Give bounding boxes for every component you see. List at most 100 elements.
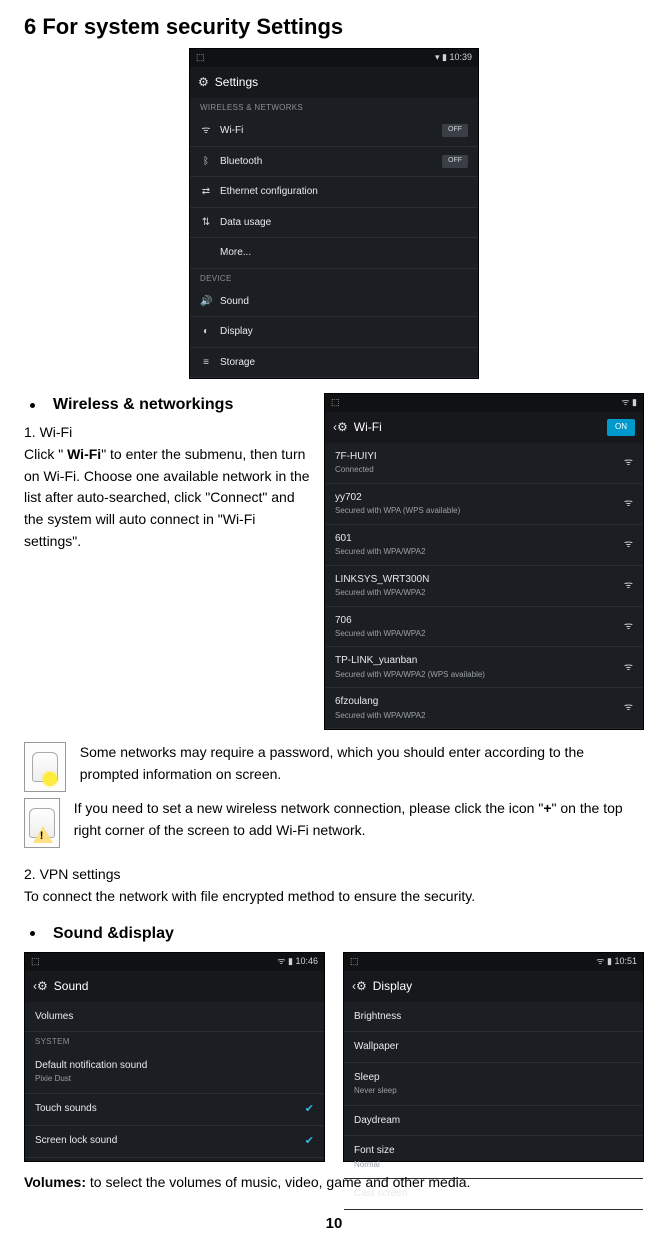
- note-bulb-text: Some networks may require a password, wh…: [80, 742, 644, 785]
- display-label: Daydream: [354, 1113, 400, 1129]
- battery-icon-3: ▮: [288, 956, 293, 966]
- wifi-sub: Secured with WPA/WPA2: [335, 587, 429, 599]
- label-default-notif: Default notification sound: [35, 1058, 147, 1074]
- label-data: Data usage: [220, 215, 271, 231]
- clock-sound: 10:46: [295, 956, 318, 966]
- label-touch-sounds: Touch sounds: [35, 1101, 97, 1117]
- wifi-signal-icon: ᯤ: [624, 660, 633, 676]
- wifi-signal-icon: ᯤ: [624, 578, 633, 594]
- back-icon-sound[interactable]: ‹⚙: [33, 977, 48, 996]
- sound-screenshot: ⬚ ᯤ ▮ 10:46 ‹⚙ Sound Volumes SYSTEM Defa…: [24, 952, 325, 1162]
- clock: 10:39: [449, 52, 472, 62]
- page-number: 10: [24, 1212, 644, 1235]
- display-row[interactable]: Daydream: [344, 1106, 643, 1137]
- label-wifi: Wi-Fi: [220, 123, 243, 139]
- wifi-on-toggle[interactable]: ON: [607, 419, 635, 435]
- section-system: SYSTEM: [25, 1032, 324, 1050]
- back-icon-display[interactable]: ‹⚙: [352, 977, 367, 996]
- display-row[interactable]: SleepNever sleep: [344, 1063, 643, 1106]
- warning-icon: [24, 798, 60, 848]
- status-left-display: ⬚: [350, 955, 359, 969]
- wireless-heading-text: Wireless & networkings: [53, 393, 233, 418]
- section-device: DEVICE: [190, 269, 478, 287]
- vpn-text: To connect the network with file encrypt…: [24, 886, 644, 908]
- wifi-signal-icon: ᯤ: [624, 537, 633, 553]
- wifi-header: Wi-Fi: [354, 418, 382, 437]
- data-icon: ⇅: [200, 215, 212, 231]
- warn-pre: If you need to set a new wireless networ…: [74, 800, 544, 816]
- display-label: Font size: [354, 1143, 395, 1159]
- wifi-sub: Connected: [335, 464, 377, 476]
- wifi-para-pre: Click ": [24, 446, 67, 462]
- page-title: 6 For system security Settings: [24, 10, 644, 44]
- row-ethernet[interactable]: ⇄Ethernet configuration: [190, 177, 478, 208]
- row-bluetooth[interactable]: ᛒBluetooth OFF: [190, 147, 478, 178]
- row-display[interactable]: ◐Display: [190, 317, 478, 348]
- wifi-sub: Secured with WPA/WPA2: [335, 546, 425, 558]
- label-screen-lock: Screen lock sound: [35, 1133, 117, 1149]
- wifi-network-row[interactable]: 6fzoulangSecured with WPA/WPA2ᯤ: [325, 688, 643, 729]
- wifi-network-row[interactable]: yy702Secured with WPA (WPS available)ᯤ: [325, 484, 643, 525]
- row-default-notif[interactable]: Default notification sound Pixie Dust: [25, 1051, 324, 1094]
- settings-header: Settings: [215, 73, 258, 92]
- back-icon[interactable]: ‹⚙: [333, 418, 348, 437]
- display-row[interactable]: Wallpaper: [344, 1032, 643, 1063]
- gear-icon: ⚙: [198, 73, 209, 92]
- wifi-network-row[interactable]: 7F-HUIYIConnectedᯤ: [325, 443, 643, 484]
- display-sub: Never sleep: [354, 1085, 397, 1097]
- label-sound: Sound: [220, 294, 249, 310]
- volumes-text: to select the volumes of music, video, g…: [86, 1174, 470, 1190]
- wifi-signal-icon: ᯤ: [624, 619, 633, 635]
- clock-display: 10:51: [614, 956, 637, 966]
- row-wifi[interactable]: ᯤ Wi-Fi OFF: [190, 116, 478, 147]
- row-screen-lock-sound[interactable]: Screen lock sound: [25, 1126, 324, 1158]
- sound-heading-text: Sound &display: [53, 922, 174, 947]
- label-more: More...: [220, 245, 251, 261]
- wifi-name: 706: [335, 613, 425, 629]
- battery-icon-4: ▮: [607, 956, 612, 966]
- status-left: ⬚: [196, 51, 205, 65]
- wifi-para-bold: Wi-Fi: [67, 446, 101, 462]
- display-row[interactable]: Brightness: [344, 1002, 643, 1033]
- row-data-usage[interactable]: ⇅ Data usage: [190, 208, 478, 239]
- wifi-signal-icon: ᯤ: [624, 700, 633, 716]
- wifi-sub: Secured with WPA/WPA2: [335, 628, 425, 640]
- wifi-name: 6fzoulang: [335, 694, 425, 710]
- note-warning: If you need to set a new wireless networ…: [24, 798, 644, 848]
- wifi-sub: Secured with WPA (WPS available): [335, 505, 460, 517]
- wifi-status-icon-3: ᯤ: [277, 956, 285, 966]
- wifi-name: 7F-HUIYI: [335, 449, 377, 465]
- wifi-network-row[interactable]: TP-LINK_yuanbanSecured with WPA/WPA2 (WP…: [325, 647, 643, 688]
- label-display: Display: [220, 324, 253, 340]
- bullet-icon-2: [30, 931, 35, 936]
- sub-default-notif: Pixie Dust: [35, 1073, 147, 1085]
- sound-icon: 🔊: [200, 294, 212, 310]
- display-sub: Normal: [354, 1159, 395, 1171]
- label-bluetooth: Bluetooth: [220, 154, 262, 170]
- heading-wireless: Wireless & networkings: [24, 393, 312, 418]
- wifi-network-row[interactable]: LINKSYS_WRT300NSecured with WPA/WPA2ᯤ: [325, 566, 643, 607]
- wifi-status-icon: ▾: [435, 52, 440, 62]
- storage-icon: ≡: [200, 355, 212, 371]
- wifi-icon: ᯤ: [200, 123, 212, 139]
- wifi-toggle[interactable]: OFF: [442, 124, 468, 137]
- heading-sound-display: Sound &display: [24, 922, 644, 947]
- sound-header: Sound: [54, 977, 89, 996]
- wifi-sub: Secured with WPA/WPA2 (WPS available): [335, 669, 485, 681]
- wifi-network-row[interactable]: 706Secured with WPA/WPA2 ᯤ: [325, 607, 643, 648]
- row-sound[interactable]: 🔊 Sound: [190, 287, 478, 318]
- note-warning-text: If you need to set a new wireless networ…: [74, 798, 644, 841]
- battery-icon-2: ▮: [632, 397, 637, 407]
- row-touch-sounds[interactable]: Touch sounds: [25, 1094, 324, 1126]
- wifi-screenshot: ⬚ ᯤ ▮ ‹⚙ Wi-Fi ON 7F-HUIYIConnectedᯤyy70…: [324, 393, 644, 730]
- wifi-name: 601: [335, 531, 425, 547]
- row-storage[interactable]: ≡Storage: [190, 348, 478, 379]
- bluetooth-toggle[interactable]: OFF: [442, 155, 468, 168]
- row-volumes[interactable]: Volumes: [25, 1002, 324, 1033]
- bulb-icon: [24, 742, 66, 792]
- note-bulb: Some networks may require a password, wh…: [24, 742, 644, 792]
- wifi-network-row[interactable]: 601Secured with WPA/WPA2 ᯤ: [325, 525, 643, 566]
- row-more[interactable]: More...: [190, 238, 478, 269]
- battery-icon: ▮: [442, 52, 447, 62]
- display-label: Sleep: [354, 1070, 397, 1086]
